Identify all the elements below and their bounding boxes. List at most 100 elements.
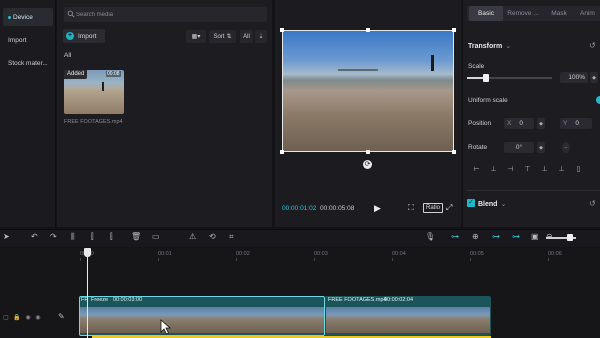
- edit-pencil-icon[interactable]: ✎: [58, 312, 65, 321]
- align-top-icon[interactable]: ⊤: [523, 165, 532, 174]
- tab-animation[interactable]: Anim: [580, 6, 600, 21]
- rotate-value-field[interactable]: 0°: [504, 142, 534, 153]
- resize-handle[interactable]: [366, 28, 370, 32]
- view-toggle-button[interactable]: ▦▾: [186, 30, 206, 43]
- caption-icon[interactable]: ▣: [531, 232, 539, 241]
- filter-all-button[interactable]: All: [240, 30, 253, 43]
- split-icon[interactable]: ⫼: [71, 232, 75, 242]
- playhead-handle[interactable]: [84, 248, 91, 257]
- ruler-tick: [314, 258, 315, 261]
- resize-handle[interactable]: [280, 150, 284, 154]
- video-clip-duration: 00:00:02:04: [384, 297, 414, 303]
- zoom-slider-thumb[interactable]: [567, 234, 573, 241]
- freeze-clip-label: Freeze: [91, 297, 109, 303]
- position-y-field[interactable]: Y0: [560, 118, 592, 129]
- position-x-field[interactable]: X0: [504, 118, 534, 129]
- rotate-handle-icon[interactable]: ⟳: [363, 160, 372, 169]
- snap-icon[interactable]: ⊶: [492, 232, 500, 241]
- scale-slider-thumb[interactable]: [482, 74, 489, 82]
- nav-item-stock-material[interactable]: Stock mater...: [3, 54, 53, 72]
- scale-label: Scale: [468, 63, 485, 70]
- freeze-clip-duration: 00:00:03:00: [113, 297, 143, 303]
- scale-stepper[interactable]: ◆: [590, 72, 598, 83]
- align-extra-icon[interactable]: ▯: [574, 165, 583, 174]
- split-right-icon[interactable]: ⫿: [110, 232, 113, 242]
- tab-mask[interactable]: Mask: [544, 6, 574, 21]
- import-label: Import: [78, 32, 97, 40]
- tab-remove-background[interactable]: Remove ...: [505, 6, 541, 21]
- ruler-label: 00:04: [392, 251, 406, 257]
- import-button[interactable]: + Import: [63, 29, 105, 43]
- clip-filmstrip: [326, 307, 490, 333]
- resize-handle[interactable]: [280, 28, 284, 32]
- link-icon[interactable]: ⊶: [451, 232, 459, 241]
- rotate-icon[interactable]: ⟲: [209, 232, 216, 241]
- align-left-icon[interactable]: ⊢: [472, 165, 481, 174]
- align-bottom-icon[interactable]: ⊥: [557, 165, 566, 174]
- transform-label: Transform: [468, 43, 503, 50]
- filter-label: All: [243, 33, 250, 40]
- ruler-label: 00:02: [236, 251, 250, 257]
- scale-value-field[interactable]: 100%: [560, 72, 588, 83]
- axis-x-label: X: [507, 120, 512, 127]
- redo-icon[interactable]: ↷: [50, 232, 57, 241]
- nav-item-device[interactable]: Device: [3, 8, 53, 26]
- resize-handle[interactable]: [452, 28, 456, 32]
- rotate-dial-icon[interactable]: –: [562, 142, 570, 153]
- chevron-down-icon: ⌄: [500, 201, 507, 208]
- resize-handle[interactable]: [366, 150, 370, 154]
- resize-handle[interactable]: [452, 150, 456, 154]
- align-center-h-icon[interactable]: ⊥: [489, 165, 498, 174]
- blend-heading[interactable]: Blend ⌄: [478, 200, 506, 208]
- reset-icon[interactable]: ↺: [589, 199, 596, 208]
- rotate-stepper[interactable]: ◆: [537, 142, 545, 153]
- audio-icon[interactable]: ◉: [35, 315, 40, 321]
- crop-scan-icon[interactable]: ⛶: [408, 203, 414, 213]
- fullscreen-icon[interactable]: ⤢: [446, 203, 452, 213]
- position-x-stepper[interactable]: ◆: [537, 118, 545, 129]
- video-clip-name: FREE FOOTAGES.mp4: [328, 297, 387, 303]
- uniform-scale-label: Uniform scale: [468, 97, 508, 104]
- video-preview[interactable]: [282, 30, 454, 152]
- thumbnail-duration: 00:08: [106, 71, 121, 77]
- ratio-button[interactable]: Ratio: [423, 203, 444, 213]
- position-x-value: 0: [519, 120, 523, 127]
- ruler-tick: [80, 258, 81, 261]
- nav-item-import[interactable]: Import: [3, 31, 53, 49]
- magnet-icon[interactable]: ⊕: [472, 232, 479, 241]
- sort-label: Sort: [213, 33, 225, 40]
- undo-icon[interactable]: ↶: [31, 232, 38, 241]
- microphone-icon[interactable]: 🎙: [425, 232, 435, 241]
- sort-button[interactable]: Sort ⇅: [209, 30, 236, 43]
- filter-icon-button[interactable]: ⇣: [255, 30, 267, 43]
- freeze-icon[interactable]: ▭: [152, 232, 160, 241]
- search-icon: [67, 10, 75, 18]
- person-figure: [102, 82, 104, 91]
- reset-icon[interactable]: ↺: [589, 41, 596, 50]
- section-label: All: [64, 52, 72, 59]
- added-badge: Added: [64, 70, 88, 79]
- select-cursor-icon[interactable]: ➤: [3, 232, 10, 241]
- preview-axis-icon[interactable]: ⊶: [512, 232, 520, 241]
- crop-icon[interactable]: ⌗: [229, 232, 234, 242]
- ruler-tick: [392, 258, 393, 261]
- blend-checkbox[interactable]: ✓: [467, 199, 475, 207]
- search-input[interactable]: [76, 7, 261, 22]
- align-right-icon[interactable]: ⊣: [506, 165, 515, 174]
- ruler-label: 00:06: [548, 251, 562, 257]
- delete-icon[interactable]: 🗑: [131, 232, 141, 241]
- track-visibility-icon[interactable]: ▢: [3, 315, 9, 321]
- ruler-tick: [158, 258, 159, 261]
- horizon-land: [338, 69, 378, 71]
- playhead-line[interactable]: [87, 248, 88, 338]
- tab-basic[interactable]: Basic: [469, 6, 503, 21]
- lock-icon[interactable]: 🔒: [13, 315, 20, 321]
- eye-icon[interactable]: ◉: [26, 315, 31, 321]
- uniform-scale-toggle[interactable]: [596, 96, 600, 104]
- split-left-icon[interactable]: ⫿: [91, 232, 94, 242]
- play-icon[interactable]: ▶: [374, 203, 384, 213]
- align-middle-v-icon[interactable]: ⊥: [540, 165, 549, 174]
- transform-heading[interactable]: Transform ⌄: [468, 42, 511, 50]
- mirror-icon[interactable]: ⚠: [189, 232, 196, 241]
- nav-label: Stock mater...: [8, 59, 48, 67]
